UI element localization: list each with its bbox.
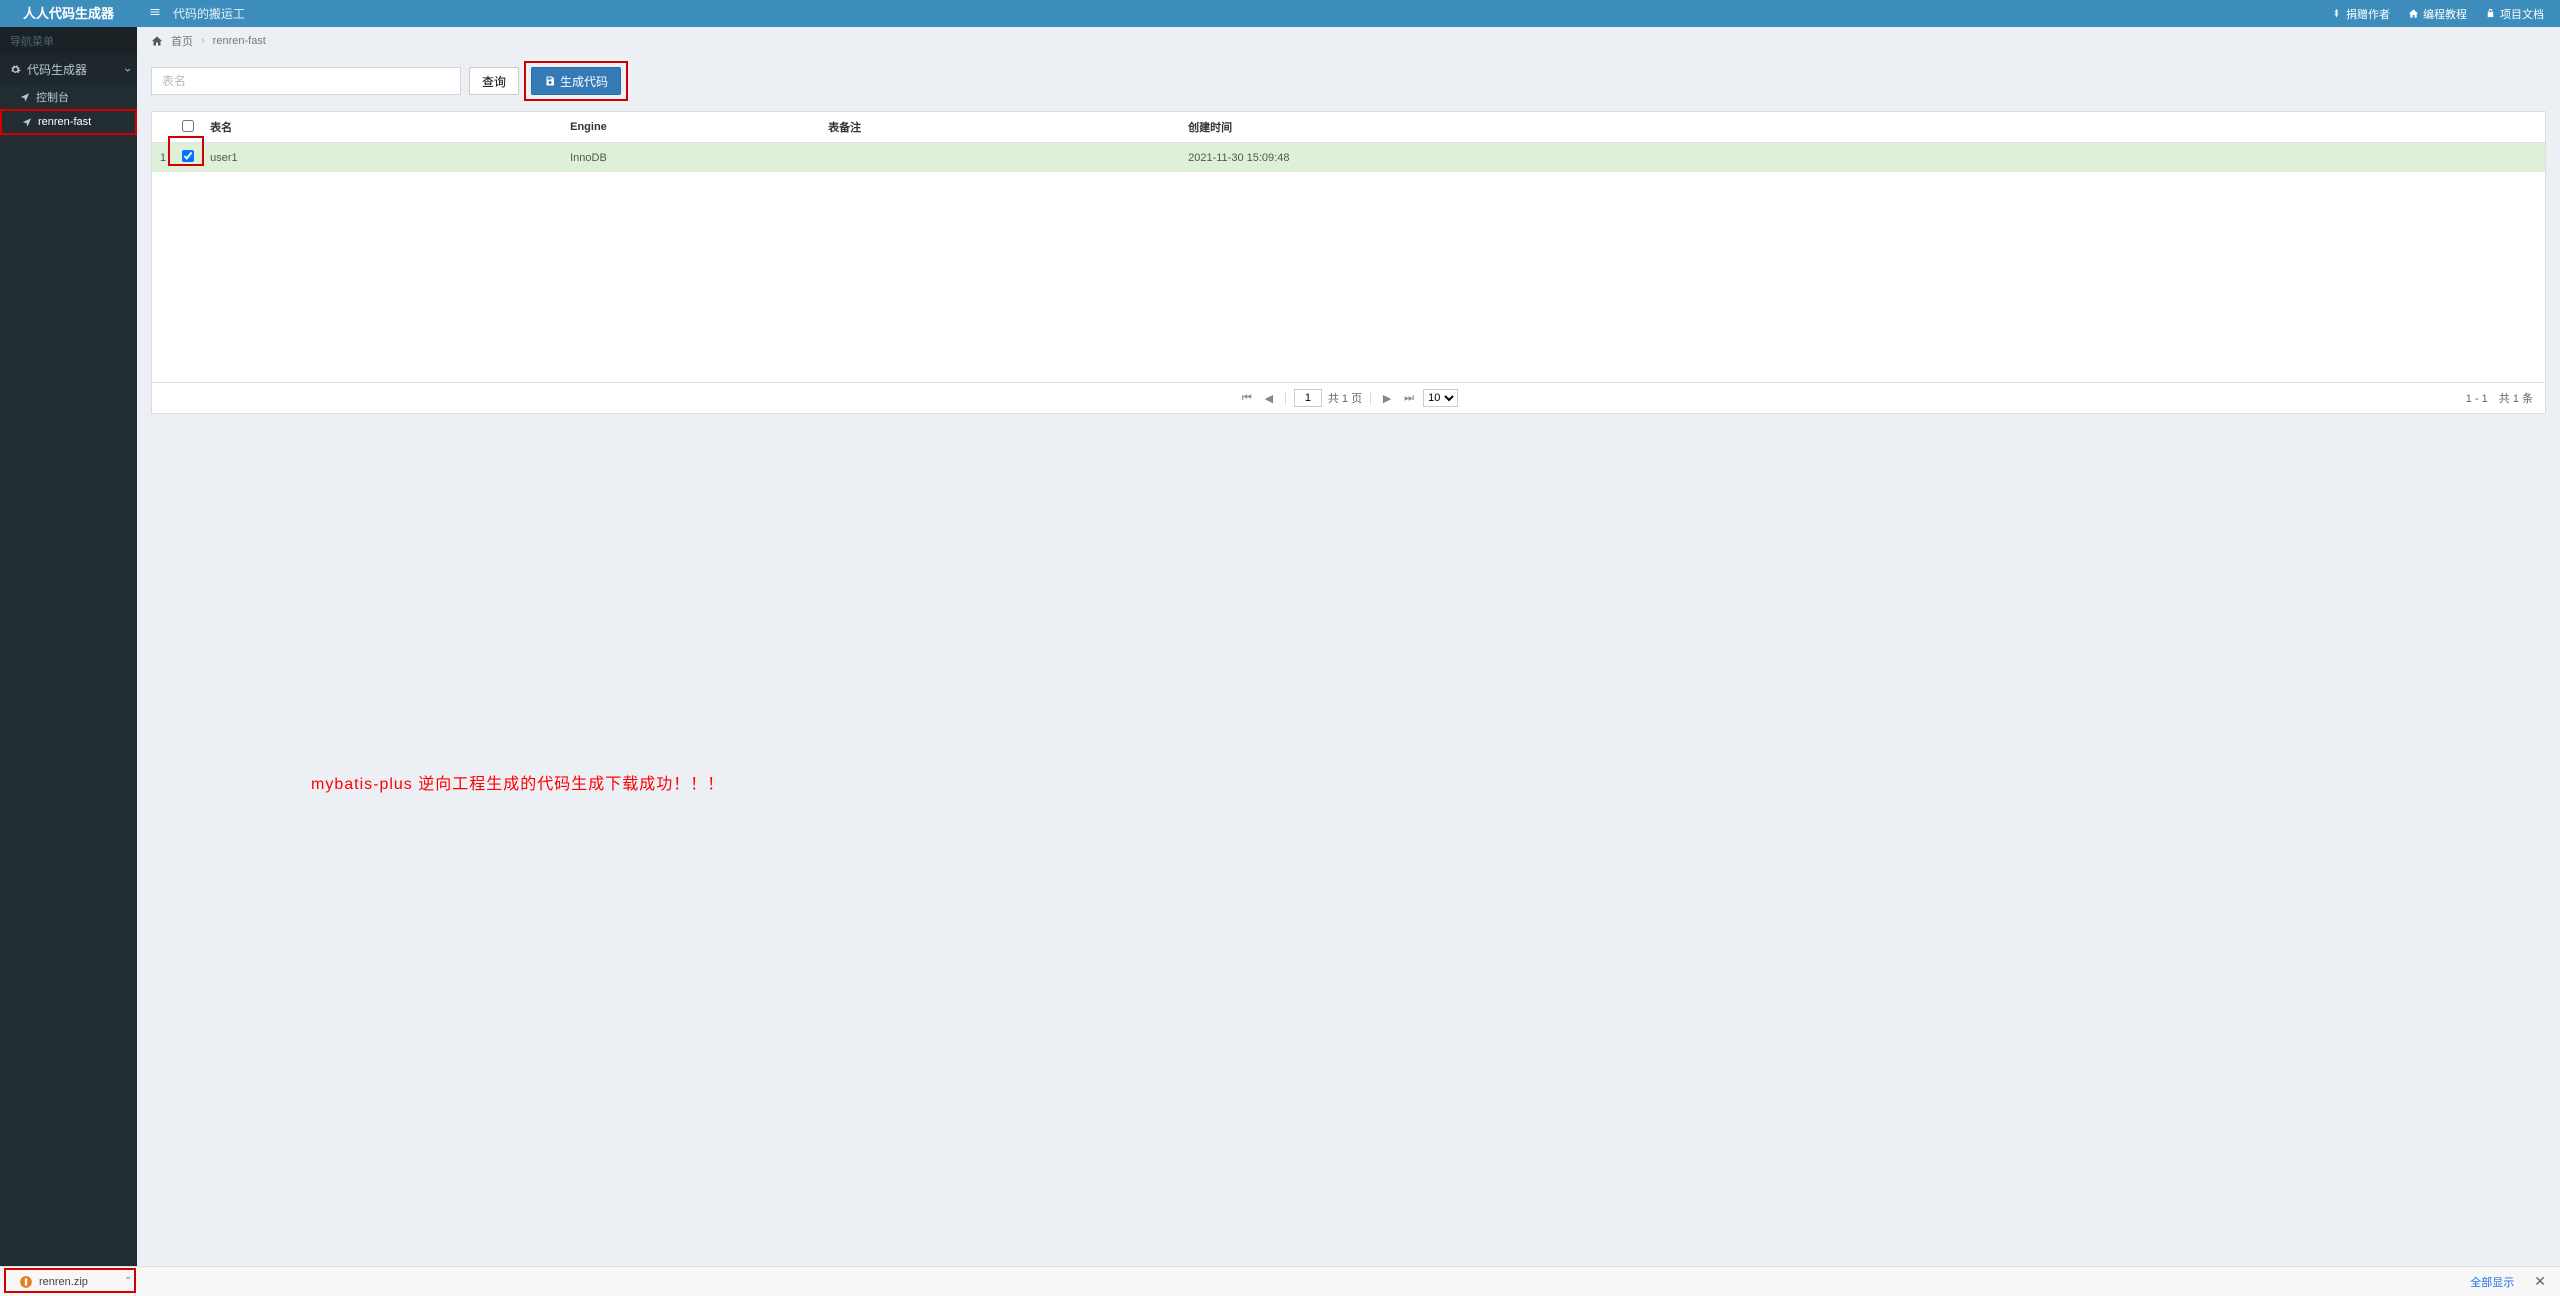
- docs-link[interactable]: 项目文档: [2485, 6, 2544, 22]
- breadcrumb: 首页 › renren-fast: [137, 27, 2560, 55]
- donate-link[interactable]: 捐赠作者: [2331, 6, 2390, 22]
- last-page-button[interactable]: ⏭: [1401, 390, 1417, 406]
- save-icon: [544, 75, 556, 87]
- zip-file-icon: [19, 1275, 33, 1289]
- chevron-up-icon: ⌃: [124, 1276, 132, 1287]
- close-download-bar-button[interactable]: ✕: [2530, 1273, 2550, 1290]
- query-button[interactable]: 查询: [469, 67, 519, 95]
- search-input[interactable]: [151, 67, 461, 95]
- table-container: 表名 Engine 表备注 创建时间 1 user1 Inno: [151, 111, 2546, 414]
- next-page-button[interactable]: ▶: [1379, 390, 1395, 406]
- plane-icon: [22, 117, 32, 127]
- sidebar: 导航菜单 代码生成器 控制台 renren-fast: [0, 27, 137, 1266]
- page-input[interactable]: [1294, 389, 1322, 407]
- pagination-summary: 1 - 1 共 1 条: [2466, 390, 2533, 406]
- annotation-success-text: mybatis-plus 逆向工程生成的代码生成下载成功！！！: [311, 770, 2546, 794]
- lock-icon: [2485, 8, 2496, 19]
- table-row[interactable]: 1 user1 InnoDB 2021-11-30 15:09:48: [152, 143, 2545, 173]
- sidebar-section-label: 导航菜单: [0, 27, 137, 55]
- sidebar-item-renren-fast[interactable]: renren-fast: [2, 111, 135, 133]
- home-icon: [2408, 8, 2419, 19]
- show-all-downloads-link[interactable]: 全部显示: [2470, 1274, 2514, 1290]
- th-remark[interactable]: 表备注: [820, 112, 1180, 143]
- prev-page-button[interactable]: ◀: [1261, 390, 1277, 406]
- download-item[interactable]: renren.zip ⌃: [10, 1271, 141, 1293]
- home-icon: [151, 35, 163, 47]
- cell-engine: InnoDB: [562, 143, 820, 173]
- tutorial-link[interactable]: 编程教程: [2408, 6, 2467, 22]
- first-page-button[interactable]: ⏮: [1239, 390, 1255, 406]
- page-size-select[interactable]: 10: [1423, 389, 1458, 407]
- content-area: 首页 › renren-fast 查询 生成代码: [137, 27, 2560, 1266]
- table-header-row: 表名 Engine 表备注 创建时间: [152, 112, 2545, 143]
- gear-icon: [10, 64, 21, 75]
- pagination: ⏮ ◀ 共 1 页 ▶ ⏭ 10 1 - 1 共 1 条: [152, 382, 2545, 413]
- toolbar: 查询 生成代码: [151, 55, 2546, 101]
- sidebar-item-codegen[interactable]: 代码生成器: [0, 55, 137, 84]
- generate-code-button[interactable]: 生成代码: [531, 67, 621, 95]
- cell-remark: [820, 143, 1180, 173]
- menu-icon: [149, 6, 161, 18]
- header-subtitle: 代码的搬运工: [173, 5, 245, 22]
- breadcrumb-current: renren-fast: [213, 35, 266, 47]
- download-filename: renren.zip: [39, 1276, 88, 1288]
- menu-toggle-button[interactable]: [137, 6, 173, 21]
- th-engine[interactable]: Engine: [562, 112, 820, 143]
- row-index: 1: [152, 143, 174, 173]
- breadcrumb-home[interactable]: 首页: [171, 33, 193, 49]
- download-bar: renren.zip ⌃ 全部显示 ✕: [0, 1266, 2560, 1296]
- th-created[interactable]: 创建时间: [1180, 112, 2545, 143]
- sidebar-item-console[interactable]: 控制台: [0, 84, 137, 110]
- select-all-checkbox[interactable]: [182, 120, 194, 132]
- cell-created: 2021-11-30 15:09:48: [1180, 143, 2545, 173]
- data-table: 表名 Engine 表备注 创建时间 1 user1 Inno: [152, 112, 2545, 172]
- total-pages: 共 1 页: [1328, 390, 1362, 406]
- yen-icon: [2331, 8, 2342, 19]
- app-logo: 人人代码生成器: [0, 0, 137, 27]
- plane-icon: [20, 92, 30, 102]
- cell-name: user1: [202, 143, 562, 173]
- top-header: 人人代码生成器 代码的搬运工 捐赠作者 编程教程 项目文档: [0, 0, 2560, 27]
- row-checkbox[interactable]: [182, 150, 194, 162]
- th-name[interactable]: 表名: [202, 112, 562, 143]
